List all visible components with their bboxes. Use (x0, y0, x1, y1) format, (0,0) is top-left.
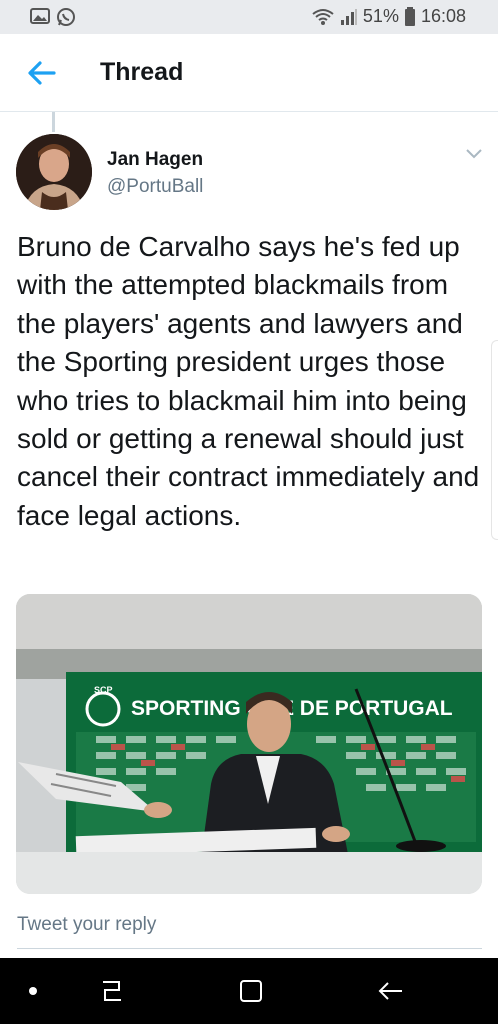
back-icon[interactable] (374, 974, 408, 1008)
reply-bar: Tweet your reply (0, 894, 498, 958)
chevron-down-icon[interactable] (464, 146, 484, 160)
tweet-text: Bruno de Carvalho says he's fed up with … (17, 231, 480, 531)
dot-icon[interactable] (16, 974, 50, 1008)
avatar-photo (16, 134, 92, 210)
crest-text: SCP (94, 685, 113, 695)
battery-percentage: 51% (362, 6, 399, 26)
status-left-icons (30, 7, 76, 27)
recent-apps-icon[interactable] (95, 974, 129, 1008)
app-header: Thread (0, 34, 498, 112)
whatsapp-icon (57, 8, 75, 26)
battery-icon (404, 6, 415, 26)
author-name[interactable]: Jan Hagen (107, 149, 203, 171)
system-nav-bar (0, 958, 498, 1024)
avatar[interactable] (16, 134, 92, 210)
gallery-icon (30, 8, 50, 24)
page-title: Thread (100, 58, 184, 86)
back-arrow-icon[interactable] (24, 56, 60, 90)
thread-connector-line (52, 112, 55, 132)
reply-input[interactable]: Tweet your reply (17, 914, 156, 936)
signal-icon (340, 8, 357, 25)
status-bar: 51% 16:08 (0, 0, 498, 34)
scrollbar[interactable] (491, 340, 498, 540)
tweet-media-image[interactable]: SCP SPORTING CL E DE PORTUGAL (16, 594, 482, 894)
clock: 16:08 (420, 6, 466, 26)
home-icon[interactable] (234, 974, 268, 1008)
reply-underline (17, 948, 482, 949)
wifi-icon (312, 8, 334, 25)
press-conference-photo: SCP SPORTING CL E DE PORTUGAL (16, 594, 482, 894)
status-right: 51% 16:08 (311, 6, 466, 27)
author-handle[interactable]: @PortuBall (107, 176, 203, 198)
